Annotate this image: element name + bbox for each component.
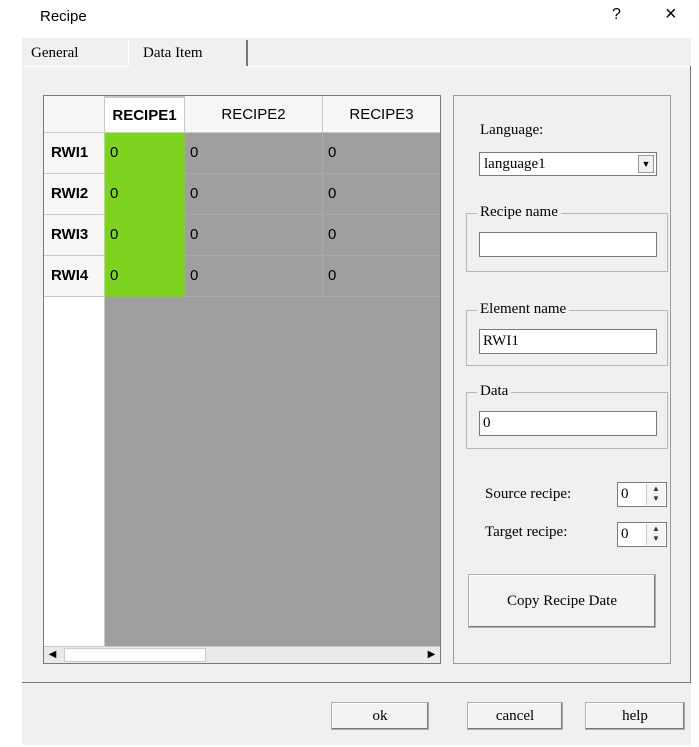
element-name-input[interactable]: RWI1 (479, 329, 657, 354)
target-recipe-label: Target recipe: (485, 524, 568, 540)
target-recipe-stepper[interactable]: 0 ▲ ▼ (617, 522, 667, 547)
row-header-rwi3[interactable]: RWI3 (44, 215, 105, 256)
grid-cell[interactable]: 0 (323, 256, 440, 297)
horizontal-scrollbar[interactable]: ◀ ▶ (44, 646, 440, 663)
target-recipe-value: 0 (621, 526, 629, 542)
element-name-label: Element name (477, 301, 570, 318)
grid-cell[interactable]: 0 (323, 133, 440, 174)
ok-button[interactable]: ok (331, 702, 429, 730)
language-select-value: language1 (484, 156, 546, 172)
source-recipe-stepper[interactable]: 0 ▲ ▼ (617, 482, 667, 507)
grid-cell[interactable]: 0 (185, 174, 323, 215)
scroll-left-icon[interactable]: ◀ (44, 647, 61, 663)
data-label: Data (477, 383, 512, 400)
grid-cell[interactable]: 0 (105, 174, 185, 215)
recipe-name-label: Recipe name (477, 204, 561, 221)
grid-cell[interactable]: 0 (185, 256, 323, 297)
row-header-rwi1[interactable]: RWI1 (44, 133, 105, 174)
grid-cell[interactable]: 0 (105, 215, 185, 256)
scrollbar-thumb[interactable] (64, 648, 206, 662)
row-header-rwi2[interactable]: RWI2 (44, 174, 105, 215)
copy-recipe-button[interactable]: Copy Recipe Date (468, 574, 656, 628)
grid-cell[interactable]: 0 (323, 174, 440, 215)
tab-general[interactable]: General (24, 40, 124, 66)
window-title: Recipe (40, 8, 87, 25)
help-icon[interactable]: ? (612, 6, 621, 24)
help-button[interactable]: help (585, 702, 685, 730)
grid-cell[interactable]: 0 (185, 215, 323, 256)
source-recipe-label: Source recipe: (485, 486, 572, 502)
language-select[interactable]: language1 ▼ (479, 152, 657, 176)
cancel-button[interactable]: cancel (467, 702, 563, 730)
column-header-recipe2[interactable]: RECIPE2 (185, 96, 323, 133)
column-header-recipe1[interactable]: RECIPE1 (105, 96, 185, 133)
data-input[interactable]: 0 (479, 411, 657, 436)
tab-data-item[interactable]: Data Item (128, 40, 248, 66)
grid-cell[interactable]: 0 (323, 215, 440, 256)
row-header-rwi4[interactable]: RWI4 (44, 256, 105, 297)
stepper-arrows-icon[interactable]: ▲ ▼ (646, 484, 665, 505)
stepper-arrows-icon[interactable]: ▲ ▼ (646, 524, 665, 545)
grid-cell[interactable]: 0 (185, 133, 323, 174)
close-icon[interactable]: × (665, 4, 677, 24)
column-header-recipe3[interactable]: RECIPE3 (323, 96, 440, 133)
recipe-grid[interactable]: RECIPE1 RECIPE2 RECIPE3 RWI1 0 0 0 RWI2 … (43, 95, 441, 664)
language-label: Language: (480, 122, 544, 138)
source-recipe-value: 0 (621, 486, 629, 502)
scroll-right-icon[interactable]: ▶ (423, 647, 440, 663)
grid-corner (44, 96, 105, 133)
chevron-down-icon[interactable]: ▼ (638, 155, 654, 173)
grid-cell[interactable]: 0 (105, 256, 185, 297)
grid-cell[interactable]: 0 (105, 133, 185, 174)
recipe-name-input[interactable] (479, 232, 657, 257)
